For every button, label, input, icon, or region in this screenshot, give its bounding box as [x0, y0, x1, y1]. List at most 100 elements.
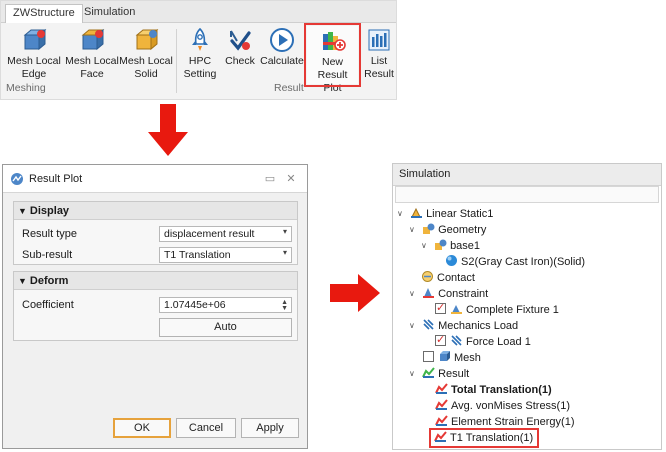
mesh-edge-icon	[23, 28, 47, 51]
visibility-checkbox[interactable]	[435, 332, 446, 348]
list-result-icon	[368, 29, 390, 51]
expand-chevron-icon[interactable]: ∨	[421, 238, 431, 254]
tab-zwstructure[interactable]: ZWStructure	[5, 4, 83, 23]
tree-item-mechanics-load[interactable]: ∨ Mechanics Load	[409, 318, 518, 334]
mesh-local-edge-button[interactable]: Mesh Local Edge	[6, 27, 62, 81]
tree-item-complete-fixture[interactable]: Complete Fixture 1	[435, 300, 559, 318]
tab-simulation[interactable]: Simulation	[77, 4, 142, 23]
collapse-triangle-icon: ▼	[18, 276, 27, 286]
dialog-title: Result Plot	[29, 173, 83, 185]
tree-label: Complete Fixture 1	[466, 304, 559, 316]
sub-result-select[interactable]: T1 Translation ▾	[159, 247, 292, 263]
tree-item-contact[interactable]: Contact	[421, 270, 475, 286]
tree-label: Geometry	[438, 224, 487, 236]
force-icon	[451, 335, 462, 346]
expand-chevron-icon[interactable]: ∨	[409, 318, 419, 334]
tree-item-mesh[interactable]: Mesh	[423, 350, 481, 366]
fixture-icon	[451, 305, 462, 314]
calculate-label: Calculate	[260, 55, 304, 67]
ok-button[interactable]: OK	[113, 418, 171, 438]
apply-button[interactable]: Apply	[241, 418, 299, 438]
new-result-plot-icon	[322, 32, 346, 51]
dialog-titlebar: Result Plot ▭ ✕	[3, 165, 307, 193]
expand-chevron-icon[interactable]: ∨	[409, 222, 419, 238]
result-plot-icon	[435, 383, 448, 394]
auto-button[interactable]: Auto	[159, 318, 292, 337]
mesh-local-solid-button[interactable]: Mesh Local Solid	[119, 27, 173, 81]
tree-item-geometry[interactable]: ∨ Geometry	[409, 222, 486, 238]
tree-item-linear-static[interactable]: ∨ Linear Static1	[397, 206, 493, 222]
tree-label: Mesh	[454, 352, 481, 364]
load-icon	[423, 319, 434, 330]
play-icon	[270, 28, 294, 52]
mesh-solid-icon	[135, 28, 159, 51]
deform-header-label: Deform	[29, 275, 69, 287]
result-type-select[interactable]: displacement result ▾	[159, 226, 292, 242]
tree-item-total-translation[interactable]: Total Translation(1)	[435, 382, 552, 398]
coefficient-value: 1.07445e+06	[164, 299, 226, 311]
tree-item-base1[interactable]: ∨ base1	[421, 238, 480, 254]
mesh-local-face-label1: Mesh Local	[65, 55, 119, 67]
list-result-button[interactable]: List Result	[362, 27, 396, 81]
tree-item-solid-s2[interactable]: S2(Gray Cast Iron)(Solid)	[445, 254, 585, 270]
result-icon	[422, 367, 435, 378]
result-plot-icon	[434, 431, 447, 442]
hpc-setting-label2: Setting	[183, 68, 217, 80]
mesh-local-solid-label2: Solid	[134, 68, 158, 80]
close-icon[interactable]: ✕	[285, 173, 297, 185]
tree-item-result[interactable]: ∨ Result	[409, 366, 469, 382]
down-arrow-icon	[148, 104, 188, 156]
tree-item-constraint[interactable]: ∨ Constraint	[409, 286, 488, 302]
tree-label: Force Load 1	[466, 336, 531, 348]
geometry-icon	[423, 223, 435, 234]
coefficient-spinbox[interactable]: 1.07445e+06 ▲ ▼	[159, 297, 292, 313]
check-button[interactable]: Check	[223, 27, 257, 68]
dropdown-arrow-icon: ▾	[282, 248, 287, 257]
tree-label: T1 Translation(1)	[450, 432, 534, 444]
hpc-setting-button[interactable]: HPC Setting	[182, 27, 218, 81]
part-icon	[435, 239, 447, 250]
simulation-panel: Simulation ∨ Linear Static1 ∨ Geometry ∨…	[392, 163, 662, 450]
result-type-value: displacement result	[164, 228, 255, 240]
mesh-local-edge-label1: Mesh Local	[7, 55, 61, 67]
visibility-checkbox[interactable]	[423, 351, 434, 362]
deform-section-header[interactable]: ▼ Deform	[14, 272, 297, 290]
tree-label: Total Translation(1)	[451, 384, 552, 396]
mesh-local-face-button[interactable]: Mesh Local Face	[64, 27, 120, 81]
calculate-button[interactable]: Calculate	[260, 27, 304, 68]
new-result-plot-button[interactable]: New Result Plot	[304, 23, 361, 94]
visibility-checkbox[interactable]	[435, 300, 446, 316]
tree-label: Mechanics Load	[438, 320, 519, 332]
tree-label: Element Strain Energy(1)	[451, 416, 575, 428]
display-section-header[interactable]: ▼ Display	[14, 202, 297, 220]
tree-item-t1-translation[interactable]: T1 Translation(1)	[428, 428, 540, 448]
tree-label: base1	[450, 240, 481, 252]
tree-item-force-load[interactable]: Force Load 1	[435, 332, 531, 350]
mesh-face-icon	[81, 28, 105, 51]
comment-icon[interactable]: ▭	[264, 173, 276, 185]
expand-chevron-icon[interactable]: ∨	[409, 366, 419, 382]
tree-item-strain-energy[interactable]: Element Strain Energy(1)	[435, 414, 575, 430]
panel-filter-bar[interactable]	[395, 186, 659, 203]
sub-result-label: Sub-result	[22, 249, 73, 261]
result-plot-icon	[435, 399, 448, 410]
tree-item-vonmises-stress[interactable]: Avg. vonMises Stress(1)	[435, 398, 570, 414]
expand-chevron-icon[interactable]: ∨	[397, 206, 407, 222]
expand-chevron-icon[interactable]: ∨	[409, 286, 419, 302]
ribbon-tab-bar: ZWStructure Simulation	[1, 1, 396, 23]
group-label-result: Result	[274, 82, 304, 94]
spin-down-icon[interactable]: ▼	[281, 305, 288, 312]
check-icon	[230, 30, 251, 51]
tree-label: Linear Static1	[426, 208, 494, 220]
tree-label: Contact	[437, 272, 475, 284]
display-header-label: Display	[29, 205, 70, 217]
cancel-button[interactable]: Cancel	[176, 418, 236, 438]
result-type-label: Result type	[22, 228, 78, 240]
tree-label: Result	[438, 368, 470, 380]
mesh-local-face-label2: Face	[80, 68, 104, 80]
new-result-plot-label2: Plot	[323, 82, 342, 94]
hpc-setting-label1: HPC	[188, 55, 212, 67]
mesh-local-solid-label1: Mesh Local	[119, 55, 173, 67]
result-plot-icon	[11, 173, 23, 185]
tree-label: S2(Gray Cast Iron)(Solid)	[461, 256, 586, 268]
